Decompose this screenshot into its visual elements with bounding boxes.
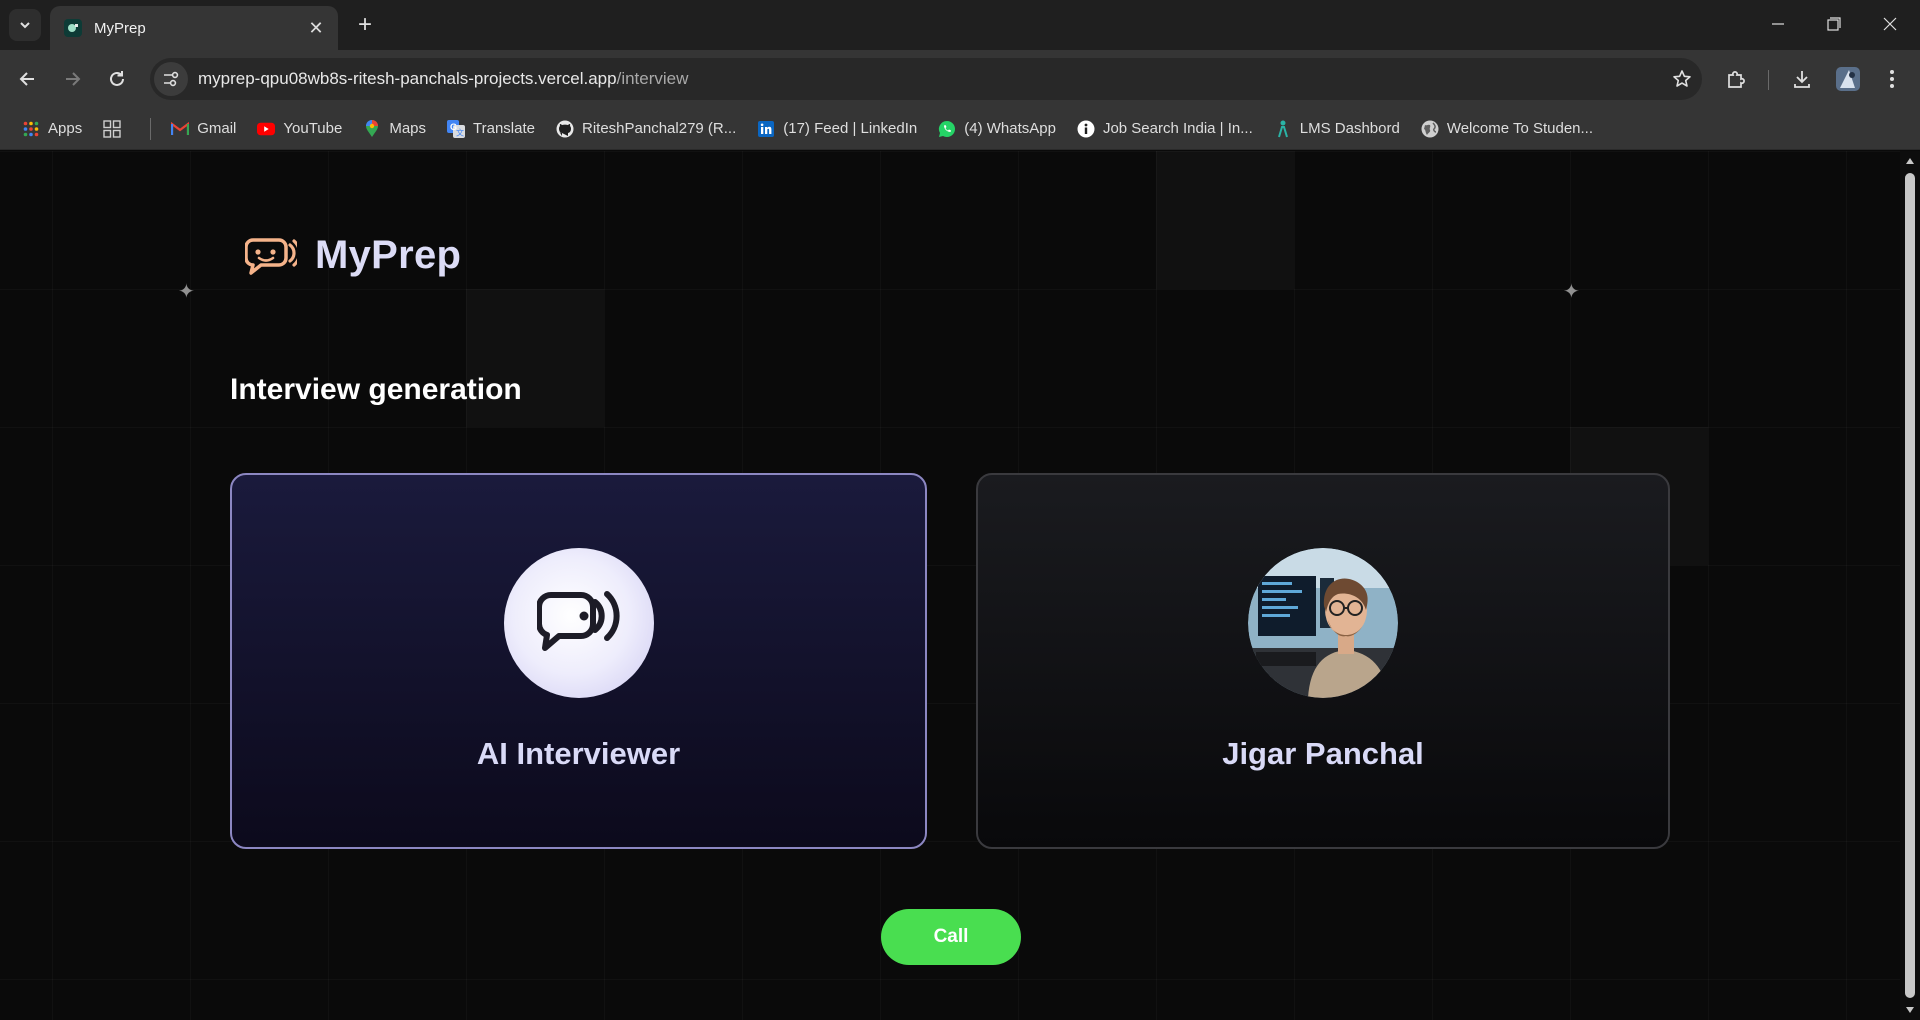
url-host: myprep-qpu08wb8s-ritesh-panchals-project…	[198, 69, 617, 88]
toolbar-divider	[1768, 70, 1769, 90]
bookmark-label: (17) Feed | LinkedIn	[783, 120, 918, 137]
tab-groups-button[interactable]	[103, 119, 129, 138]
tab-groups-icon	[103, 119, 121, 138]
scrollbar-thumb[interactable]	[1905, 173, 1915, 998]
new-tab-button[interactable]: +	[350, 10, 380, 40]
translate-icon: G文	[447, 119, 466, 138]
bookmark-youtube[interactable]: YouTube	[257, 120, 342, 138]
myprep-favicon-icon	[64, 19, 82, 37]
lms-icon	[1274, 120, 1292, 138]
whatsapp-icon	[938, 120, 956, 138]
bookmark-whatsapp[interactable]: (4) WhatsApp	[938, 120, 1056, 138]
scroll-down-arrow-icon[interactable]	[1904, 1004, 1916, 1016]
chevron-down-icon	[20, 22, 30, 29]
user-card: Jigar Panchal	[976, 473, 1670, 849]
info-icon	[1077, 120, 1095, 138]
tab-title: MyPrep	[94, 19, 146, 37]
bookmark-label: Translate	[473, 120, 535, 137]
call-button[interactable]: Call	[881, 909, 1021, 965]
bookmark-apps[interactable]: Apps	[22, 120, 82, 138]
address-bar[interactable]: myprep-qpu08wb8s-ritesh-panchals-project…	[150, 58, 1702, 100]
brand-logo[interactable]: MyPrep	[245, 233, 461, 278]
ai-interviewer-card: AI Interviewer	[230, 473, 927, 849]
user-name: Jigar Panchal	[1222, 736, 1424, 771]
bookmark-linkedin[interactable]: (17) Feed | LinkedIn	[757, 120, 917, 138]
bookmark-label: LMS Dashbord	[1299, 120, 1400, 137]
background-cell	[1156, 151, 1294, 289]
bookmark-maps[interactable]: Maps	[363, 119, 427, 138]
bookmark-lms[interactable]: LMS Dashbord	[1274, 120, 1400, 138]
extensions-puzzle-icon[interactable]	[1720, 63, 1752, 95]
download-icon[interactable]	[1786, 63, 1818, 95]
bookmark-job-search[interactable]: Job Search India | In...	[1077, 120, 1253, 138]
page-scrollbar[interactable]	[1900, 151, 1920, 1020]
forward-arrow-icon[interactable]	[56, 63, 88, 95]
bookmark-star-icon[interactable]	[1662, 69, 1702, 89]
close-window-icon[interactable]	[1862, 0, 1918, 48]
github-icon	[556, 120, 574, 138]
bookmarks-bar: Apps Gmail YouTube Maps G文 Translate Rit	[0, 108, 1920, 150]
bookmark-github[interactable]: RiteshPanchal279 (R...	[556, 120, 736, 138]
maps-pin-icon	[363, 119, 381, 138]
site-settings-icon[interactable]	[154, 62, 188, 96]
user-avatar	[1248, 548, 1398, 698]
ai-voice-chat-icon	[536, 591, 620, 651]
sparkle-star: ✦	[178, 281, 195, 303]
brand-name: MyPrep	[315, 233, 462, 277]
close-tab-icon[interactable]: ✕	[306, 18, 326, 38]
apps-grid-icon	[22, 120, 40, 138]
bookmark-label: Maps	[389, 120, 427, 137]
page-viewport: ✦ ✦ MyPrep Interview generation AI Inter…	[0, 151, 1900, 1020]
url-text[interactable]: myprep-qpu08wb8s-ritesh-panchals-project…	[198, 69, 1662, 89]
bookmark-label: RiteshPanchal279 (R...	[582, 120, 737, 137]
tab-myprep[interactable]: MyPrep ✕	[50, 6, 338, 50]
scroll-up-arrow-icon[interactable]	[1904, 155, 1916, 167]
page-title: Interview generation	[230, 373, 522, 406]
browser-menu-icon[interactable]	[1876, 63, 1908, 95]
browser-toolbar: myprep-qpu08wb8s-ritesh-panchals-project…	[0, 50, 1920, 108]
bookmark-label: Gmail	[197, 120, 237, 137]
sparkle-star: ✦	[1563, 281, 1580, 303]
back-arrow-icon[interactable]	[12, 63, 44, 95]
chat-bubble-logo-icon	[245, 237, 297, 275]
restore-window-icon[interactable]	[1806, 0, 1862, 48]
user-photo	[1248, 548, 1398, 698]
svg-text:文: 文	[456, 127, 464, 137]
bookmark-label: Welcome To Studen...	[1446, 120, 1594, 137]
bookmark-label: YouTube	[283, 120, 343, 137]
profile-avatar[interactable]	[1832, 63, 1864, 95]
bookmark-separator	[150, 117, 152, 140]
url-path: /interview	[616, 69, 689, 88]
bookmark-label: Job Search India | In...	[1102, 120, 1253, 137]
gmail-icon	[171, 120, 190, 138]
interviewer-name: AI Interviewer	[476, 736, 681, 771]
youtube-icon	[257, 120, 276, 138]
ai-avatar	[503, 548, 654, 698]
tab-strip: MyPrep ✕ +	[0, 0, 1920, 50]
bookmark-label: (4) WhatsApp	[964, 120, 1056, 137]
bookmark-student[interactable]: Welcome To Studen...	[1421, 120, 1593, 138]
bookmark-translate[interactable]: G文 Translate	[447, 119, 535, 138]
minimize-window-icon[interactable]	[1750, 0, 1806, 48]
tab-search-button[interactable]	[9, 9, 41, 41]
globe-icon	[1421, 120, 1439, 138]
bookmark-label: Apps	[48, 120, 83, 137]
bookmark-gmail[interactable]: Gmail	[171, 120, 236, 138]
reload-icon[interactable]	[101, 63, 133, 95]
linkedin-icon	[757, 120, 775, 138]
